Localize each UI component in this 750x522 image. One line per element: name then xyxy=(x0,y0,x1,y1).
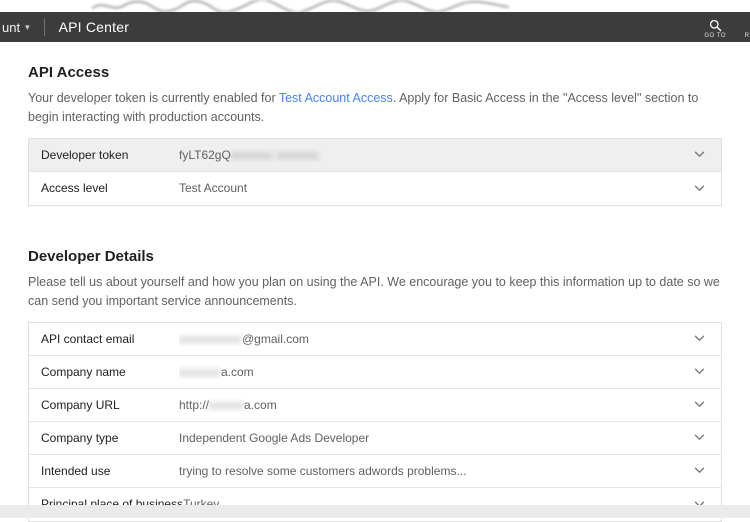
table-row-api-contact-email[interactable]: API contact email xxxxxxxxx@gmail.com xyxy=(29,322,721,356)
chevron-down-icon[interactable] xyxy=(694,434,721,441)
developer-details-heading: Developer Details xyxy=(28,247,154,265)
goto-label: GO TO xyxy=(704,32,726,39)
api-access-description: Your developer token is currently enable… xyxy=(28,89,722,128)
table-row-company-name[interactable]: Company name xxxxxxa.com xyxy=(29,355,721,389)
value-prefix: trying to resolve some customers adwords… xyxy=(179,463,467,478)
header-right-partial-label: R xyxy=(744,33,749,39)
page-title: API Center xyxy=(58,19,130,35)
row-value: xxxxxxa.com xyxy=(179,365,694,379)
account-menu-label: unt xyxy=(2,19,21,35)
row-value: fyLT62gQxxxxxx xxxxxx xyxy=(179,148,694,162)
chevron-down-icon[interactable] xyxy=(694,368,721,375)
search-icon xyxy=(709,19,721,31)
app-header: unt ▾ API Center GO TO R xyxy=(0,12,750,42)
table-row-access-level[interactable]: Access level Test Account xyxy=(29,171,721,205)
api-access-panel: Developer token fyLT62gQxxxxxx xxxxxx Ac… xyxy=(28,137,722,206)
chevron-down-icon[interactable] xyxy=(694,335,721,342)
value-redacted: xxxxxx xxxxxx xyxy=(230,147,320,162)
value-prefix: http:// xyxy=(179,397,210,412)
developer-details-panel: API contact email xxxxxxxxx@gmail.com Co… xyxy=(28,321,722,522)
test-account-access-link[interactable]: Test Account Access xyxy=(279,91,393,105)
value-prefix: fyLT62gQ xyxy=(179,147,231,162)
table-row-company-type[interactable]: Company type Independent Google Ads Deve… xyxy=(29,421,721,455)
caret-down-icon: ▾ xyxy=(25,21,30,32)
row-value: http://xxxxxa.com xyxy=(179,398,694,412)
row-label: API contact email xyxy=(41,331,135,346)
row-value: trying to resolve some customers adwords… xyxy=(179,464,694,478)
chevron-down-icon[interactable] xyxy=(694,151,721,158)
value-suffix: @gmail.com xyxy=(242,331,309,346)
value-prefix: Independent Google Ads Developer xyxy=(179,430,370,445)
blurred-handwriting xyxy=(91,0,510,12)
developer-details-description: Please tell us about yourself and how yo… xyxy=(28,274,720,309)
value-redacted: xxxxx xyxy=(209,397,245,412)
row-label: Intended use xyxy=(41,463,111,478)
top-blurred-strip xyxy=(0,0,750,12)
value-suffix: a.com xyxy=(244,397,277,412)
goto-search-button[interactable]: GO TO xyxy=(704,16,726,39)
row-value: xxxxxxxxx@gmail.com xyxy=(179,332,694,346)
chevron-down-icon[interactable] xyxy=(694,185,721,192)
value-redacted: xxxxxx xyxy=(179,364,221,379)
row-label: Developer token xyxy=(41,147,129,162)
table-row-developer-token[interactable]: Developer token fyLT62gQxxxxxx xxxxxx xyxy=(29,138,721,172)
value-redacted: xxxxxxxxx xyxy=(179,331,242,346)
value-prefix: Test Account xyxy=(179,181,248,196)
row-value: Test Account xyxy=(179,181,694,195)
api-access-desc-prefix: Your developer token is currently enable… xyxy=(28,91,279,105)
main-content: API Access Your developer token is curre… xyxy=(0,42,750,522)
value-suffix: a.com xyxy=(221,364,254,379)
row-label: Company URL xyxy=(41,397,120,412)
chevron-down-icon[interactable] xyxy=(694,401,721,408)
row-label: Company name xyxy=(41,364,126,379)
api-access-heading: API Access xyxy=(28,64,110,81)
table-row-company-url[interactable]: Company URL http://xxxxxa.com xyxy=(29,388,721,422)
row-value: Independent Google Ads Developer xyxy=(179,431,694,445)
row-label: Access level xyxy=(41,181,108,196)
page-bottom-strip xyxy=(0,505,750,518)
header-divider xyxy=(43,18,45,36)
row-label: Company type xyxy=(41,430,119,445)
chevron-down-icon[interactable] xyxy=(694,467,721,474)
account-menu[interactable]: unt ▾ xyxy=(0,20,30,35)
table-row-intended-use[interactable]: Intended use trying to resolve some cust… xyxy=(29,454,721,488)
